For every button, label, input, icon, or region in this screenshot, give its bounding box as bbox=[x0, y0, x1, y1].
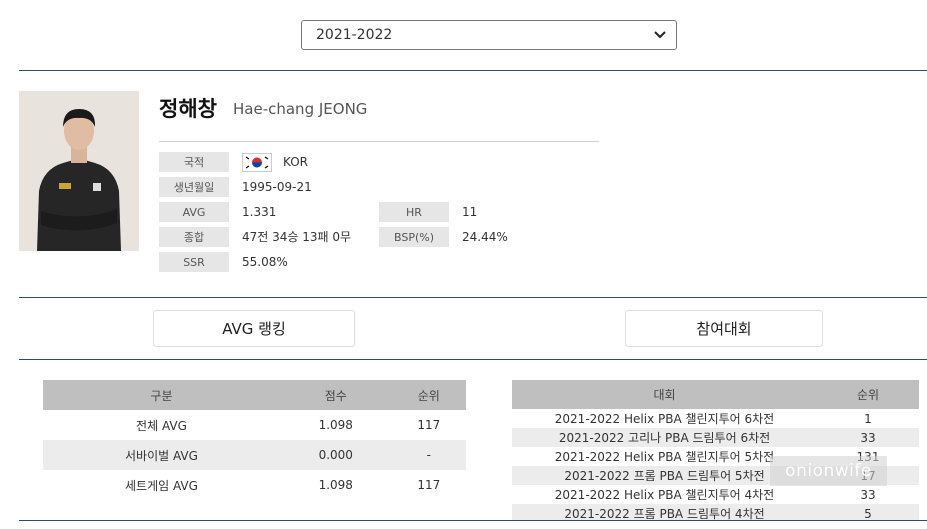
participation-table: 대회 순위 2021-2022 Helix PBA 챌린지투어 6차전 1 20… bbox=[512, 380, 919, 520]
divider-middle bbox=[19, 297, 927, 298]
part-cell-rank: 33 bbox=[860, 487, 876, 502]
part-cell-rank: 33 bbox=[817, 428, 919, 447]
value-ssr: 55.08% bbox=[242, 255, 288, 269]
avg-header-category: 구분 bbox=[43, 380, 280, 410]
table-row: 전체 AVG 1.098 117 bbox=[43, 410, 466, 440]
label-avg: AVG bbox=[159, 202, 229, 222]
divider-lower bbox=[19, 359, 927, 360]
name-divider bbox=[159, 141, 599, 142]
part-header-rank: 순위 bbox=[817, 380, 919, 409]
avg-cell-category: 전체 AVG bbox=[136, 418, 187, 433]
label-hr: HR bbox=[379, 202, 449, 222]
avg-cell-rank: 117 bbox=[417, 418, 441, 432]
part-cell-tournament: 2021-2022 Helix PBA 챌린지투어 4차전 bbox=[554, 488, 775, 502]
avg-ranking-table: 구분 점수 순위 전체 AVG 1.098 117 서바이벌 AVG 0.000… bbox=[43, 380, 466, 500]
value-hr: 11 bbox=[462, 205, 478, 219]
table-row[interactable]: 2021-2022 고리나 PBA 드림투어 6차전 33 bbox=[512, 428, 919, 447]
chevron-down-icon bbox=[654, 29, 666, 41]
player-name-korean: 정해창 bbox=[159, 97, 217, 121]
value-birth: 1995-09-21 bbox=[242, 180, 312, 194]
avg-cell-score: 1.098 bbox=[318, 478, 353, 492]
avg-cell-rank: - bbox=[391, 440, 466, 470]
table-row[interactable]: 2021-2022 Helix PBA 챌린지투어 6차전 1 bbox=[512, 409, 919, 428]
participation-button[interactable]: 참여대회 bbox=[625, 310, 823, 347]
avg-cell-score: 1.098 bbox=[318, 418, 353, 432]
value-nationality: KOR bbox=[283, 155, 308, 169]
watermark: onionwife bbox=[770, 456, 887, 486]
part-cell-tournament: 2021-2022 Helix PBA 챌린지투어 6차전 bbox=[554, 412, 775, 426]
part-cell-rank: 1 bbox=[864, 411, 872, 426]
label-bsp: BSP(%) bbox=[379, 227, 449, 247]
label-birth: 생년월일 bbox=[159, 177, 229, 197]
season-selected-value: 2021-2022 bbox=[316, 27, 393, 43]
season-select[interactable]: 2021-2022 bbox=[301, 20, 677, 50]
divider-bottom bbox=[19, 520, 927, 521]
avg-cell-category: 세트게임 AVG bbox=[125, 478, 198, 493]
avg-cell-category: 서바이벌 AVG bbox=[43, 440, 280, 470]
value-record: 47전 34승 13패 0무 bbox=[242, 230, 352, 244]
table-row: 서바이벌 AVG 0.000 - bbox=[43, 440, 466, 470]
avg-cell-rank: 117 bbox=[417, 478, 441, 492]
label-ssr: SSR bbox=[159, 252, 229, 272]
part-cell-rank: 5 bbox=[817, 504, 919, 520]
avg-header-score: 점수 bbox=[279, 380, 392, 410]
label-nationality: 국적 bbox=[159, 152, 229, 172]
avg-header-rank: 순위 bbox=[391, 380, 466, 410]
table-row: 세트게임 AVG 1.098 117 bbox=[43, 470, 466, 500]
player-name-english: Hae-chang JEONG bbox=[233, 100, 368, 118]
player-profile-page: 2021-2022 정해창 Hae-chang JEONG 국적 KOR 생년월… bbox=[0, 0, 927, 529]
avg-ranking-button[interactable]: AVG 랭킹 bbox=[153, 310, 355, 347]
player-photo bbox=[19, 91, 139, 251]
table-row[interactable]: 2021-2022 프롬 PBA 드림투어 4차전 5 bbox=[512, 504, 919, 520]
label-record: 종합 bbox=[159, 227, 229, 247]
table-row[interactable]: 2021-2022 Helix PBA 챌린지투어 4차전 33 bbox=[512, 485, 919, 504]
participation-table-scroll[interactable]: 대회 순위 2021-2022 Helix PBA 챌린지투어 6차전 1 20… bbox=[512, 380, 919, 520]
value-avg: 1.331 bbox=[242, 205, 277, 219]
part-cell-tournament: 2021-2022 프롬 PBA 드림투어 4차전 bbox=[512, 504, 817, 520]
korea-flag-icon bbox=[242, 153, 272, 172]
divider-top bbox=[19, 70, 927, 71]
avg-cell-score: 0.000 bbox=[279, 440, 392, 470]
value-bsp: 24.44% bbox=[462, 230, 508, 244]
part-header-tournament: 대회 bbox=[512, 380, 817, 409]
part-cell-tournament: 2021-2022 고리나 PBA 드림투어 6차전 bbox=[512, 428, 817, 447]
